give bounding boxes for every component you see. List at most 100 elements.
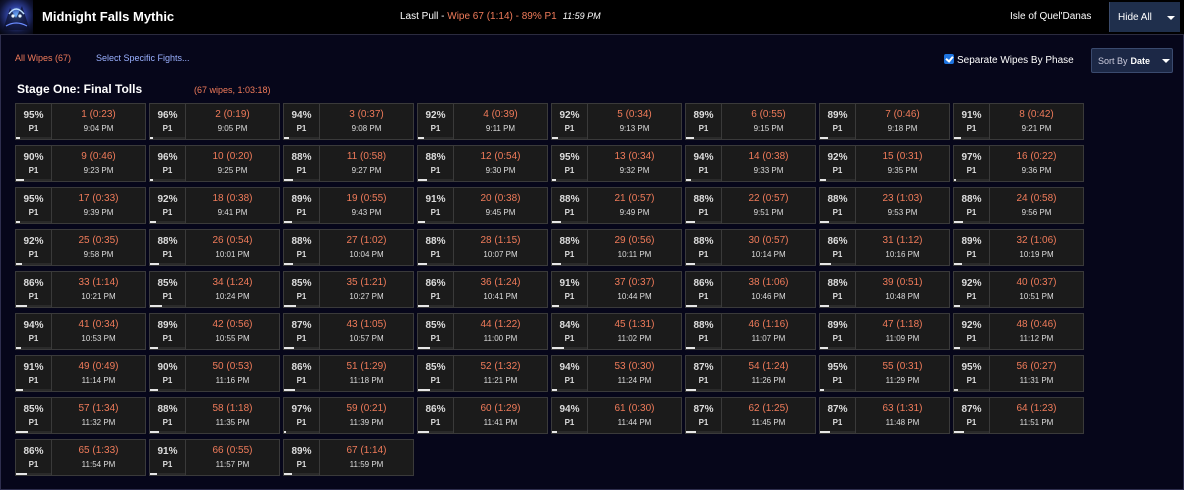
pull-tile[interactable]: 88% P1 11 (0:58) 9:27 PM [283,145,414,182]
pull-tile[interactable]: 86% P1 65 (1:33) 11:54 PM [15,439,146,476]
pull-tile[interactable]: 88% P1 26 (0:54) 10:01 PM [149,229,280,266]
pull-tile[interactable]: 92% P1 18 (0:38) 9:41 PM [149,187,280,224]
pull-tile[interactable]: 87% P1 62 (1:25) 11:45 PM [685,397,816,434]
pull-progress-bar [150,347,185,349]
pull-info-cell: 1 (0:23) 9:04 PM [52,104,145,139]
pull-tile[interactable]: 86% P1 36 (1:24) 10:41 PM [417,271,548,308]
pull-tile[interactable]: 89% P1 67 (1:14) 11:59 PM [283,439,414,476]
pull-boss-percent: 88% [559,236,580,247]
pull-tile[interactable]: 85% P1 57 (1:34) 11:32 PM [15,397,146,434]
pull-tile[interactable]: 87% P1 54 (1:24) 11:26 PM [685,355,816,392]
pull-tile[interactable]: 88% P1 23 (1:03) 9:53 PM [819,187,950,224]
pull-tile[interactable]: 88% P1 27 (1:02) 10:04 PM [283,229,414,266]
pull-tile[interactable]: 92% P1 40 (0:37) 10:51 PM [953,271,1084,308]
pull-time: 9:58 PM [83,250,114,259]
pull-tile[interactable]: 88% P1 39 (0:51) 10:48 PM [819,271,950,308]
pull-progress-fill [686,221,695,223]
pull-progress-bar [284,347,319,349]
pull-progress-fill [418,347,430,349]
pull-time: 11:02 PM [617,334,652,343]
pull-tile[interactable]: 96% P1 2 (0:19) 9:05 PM [149,103,280,140]
pull-info-cell: 3 (0:37) 9:08 PM [320,104,413,139]
pull-tile[interactable]: 89% P1 7 (0:46) 9:18 PM [819,103,950,140]
pull-tile[interactable]: 86% P1 51 (1:29) 11:18 PM [283,355,414,392]
all-wipes-filter[interactable]: All Wipes (67) [15,53,71,63]
pull-health-cell: 94% P1 [552,398,588,433]
pull-tile[interactable]: 85% P1 35 (1:21) 10:27 PM [283,271,414,308]
pull-tile[interactable]: 87% P1 64 (1:23) 11:51 PM [953,397,1084,434]
pull-tile[interactable]: 87% P1 43 (1:05) 10:57 PM [283,313,414,350]
pull-tile[interactable]: 87% P1 63 (1:31) 11:48 PM [819,397,950,434]
pull-tile[interactable]: 90% P1 50 (0:53) 11:16 PM [149,355,280,392]
pull-tile[interactable]: 86% P1 31 (1:12) 10:16 PM [819,229,950,266]
pull-tile[interactable]: 94% P1 3 (0:37) 9:08 PM [283,103,414,140]
pull-tile[interactable]: 95% P1 56 (0:27) 11:31 PM [953,355,1084,392]
pull-tile[interactable]: 94% P1 53 (0:30) 11:24 PM [551,355,682,392]
pull-tile[interactable]: 92% P1 5 (0:34) 9:13 PM [551,103,682,140]
pull-tile[interactable]: 92% P1 15 (0:31) 9:35 PM [819,145,950,182]
pull-tile[interactable]: 91% P1 37 (0:37) 10:44 PM [551,271,682,308]
pull-tile[interactable]: 85% P1 34 (1:24) 10:24 PM [149,271,280,308]
pull-tile[interactable]: 95% P1 55 (0:31) 11:29 PM [819,355,950,392]
boss-portrait-icon[interactable] [0,0,33,34]
select-fights-link[interactable]: Select Specific Fights... [96,53,190,63]
pull-progress-bar [284,137,319,139]
pull-tile[interactable]: 96% P1 10 (0:20) 9:25 PM [149,145,280,182]
pull-tile[interactable]: 92% P1 48 (0:46) 11:12 PM [953,313,1084,350]
pull-tile[interactable]: 97% P1 59 (0:21) 11:39 PM [283,397,414,434]
pull-tile[interactable]: 91% P1 66 (0:55) 11:57 PM [149,439,280,476]
pull-tile[interactable]: 88% P1 22 (0:57) 9:51 PM [685,187,816,224]
sort-by-dropdown[interactable]: Sort By Date [1091,48,1173,73]
pull-tile[interactable]: 88% P1 28 (1:15) 10:07 PM [417,229,548,266]
pull-tile[interactable]: 91% P1 8 (0:42) 9:21 PM [953,103,1084,140]
pull-progress-fill [552,389,557,391]
pull-tile[interactable]: 92% P1 4 (0:39) 9:11 PM [417,103,548,140]
pull-progress-fill [820,221,829,223]
pull-progress-fill [150,473,157,475]
pull-tile[interactable]: 88% P1 12 (0:54) 9:30 PM [417,145,548,182]
pull-tile[interactable]: 89% P1 32 (1:06) 10:19 PM [953,229,1084,266]
pull-label: 10 (0:20) [212,151,253,162]
pull-tile[interactable]: 86% P1 60 (1:29) 11:41 PM [417,397,548,434]
pull-tile[interactable]: 88% P1 24 (0:58) 9:56 PM [953,187,1084,224]
pull-progress-bar [954,305,989,307]
pull-time: 11:39 PM [349,418,384,427]
pull-tile[interactable]: 88% P1 29 (0:56) 10:11 PM [551,229,682,266]
separate-wipes-toggle[interactable]: Separate Wipes By Phase [944,54,1074,66]
pull-info-cell: 30 (0:57) 10:14 PM [722,230,815,265]
pull-tile[interactable]: 89% P1 6 (0:55) 9:15 PM [685,103,816,140]
pull-tile[interactable]: 88% P1 21 (0:57) 9:49 PM [551,187,682,224]
pull-tile[interactable]: 92% P1 25 (0:35) 9:58 PM [15,229,146,266]
pull-tile[interactable]: 95% P1 13 (0:34) 9:32 PM [551,145,682,182]
pull-tile[interactable]: 94% P1 41 (0:34) 10:53 PM [15,313,146,350]
pull-tile[interactable]: 89% P1 47 (1:18) 11:09 PM [819,313,950,350]
pull-boss-percent: 95% [23,110,44,121]
pull-progress-fill [954,431,964,433]
pull-tile[interactable]: 94% P1 61 (0:30) 11:44 PM [551,397,682,434]
pull-progress-bar [418,263,453,265]
pull-tile[interactable]: 89% P1 42 (0:56) 10:55 PM [149,313,280,350]
pull-tile[interactable]: 86% P1 38 (1:06) 10:46 PM [685,271,816,308]
pull-health-cell: 92% P1 [954,314,990,349]
pull-tile[interactable]: 89% P1 19 (0:55) 9:43 PM [283,187,414,224]
pull-time: 10:41 PM [483,292,518,301]
pull-tile[interactable]: 86% P1 33 (1:14) 10:21 PM [15,271,146,308]
hide-all-button[interactable]: Hide All [1109,2,1180,32]
pull-tile[interactable]: 88% P1 58 (1:18) 11:35 PM [149,397,280,434]
pull-tile[interactable]: 88% P1 46 (1:16) 11:07 PM [685,313,816,350]
pull-tile[interactable]: 95% P1 17 (0:33) 9:39 PM [15,187,146,224]
pull-time: 11:54 PM [81,460,116,469]
checkbox-checked-icon[interactable] [944,54,954,64]
pull-tile[interactable]: 84% P1 45 (1:31) 11:02 PM [551,313,682,350]
pull-tile[interactable]: 85% P1 44 (1:22) 11:00 PM [417,313,548,350]
pull-boss-percent: 89% [291,446,312,457]
pull-tile[interactable]: 91% P1 49 (0:49) 11:14 PM [15,355,146,392]
pull-progress-bar [686,347,721,349]
pull-tile[interactable]: 88% P1 30 (0:57) 10:14 PM [685,229,816,266]
pull-tile[interactable]: 95% P1 1 (0:23) 9:04 PM [15,103,146,140]
pull-tile[interactable]: 85% P1 52 (1:32) 11:21 PM [417,355,548,392]
pull-tile[interactable]: 94% P1 14 (0:38) 9:33 PM [685,145,816,182]
pull-tile[interactable]: 91% P1 20 (0:38) 9:45 PM [417,187,548,224]
pull-tile[interactable]: 90% P1 9 (0:46) 9:23 PM [15,145,146,182]
pull-tile[interactable]: 97% P1 16 (0:22) 9:36 PM [953,145,1084,182]
